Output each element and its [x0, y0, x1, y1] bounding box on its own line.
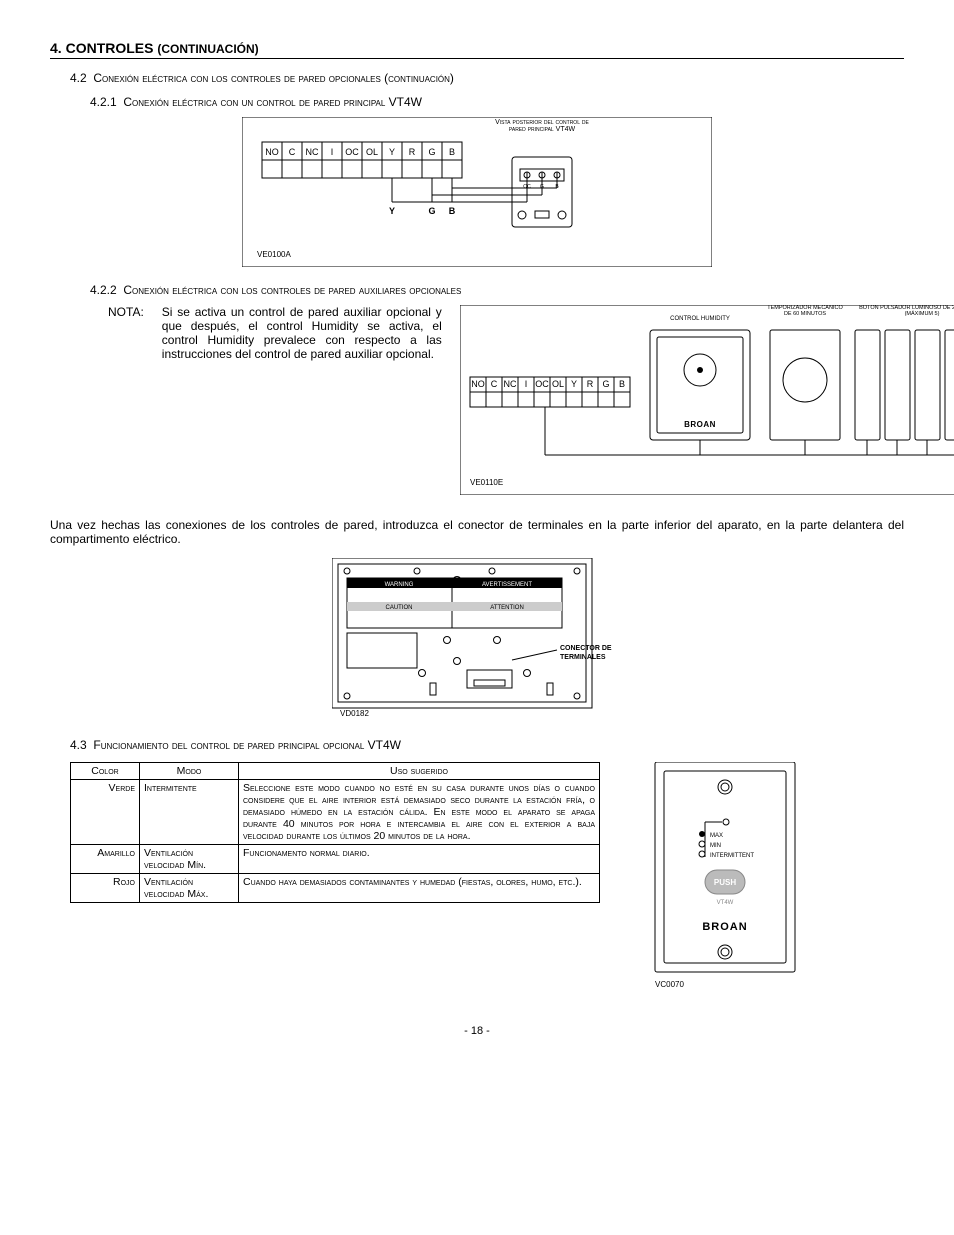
cell-color: Amarillo: [71, 845, 140, 874]
sub-number: 4.2.1: [90, 95, 117, 109]
svg-text:AVERTISSEMENT: AVERTISSEMENT: [482, 582, 532, 588]
table-header: Color: [71, 763, 140, 780]
svg-text:PUSH: PUSH: [714, 878, 736, 887]
svg-text:B: B: [619, 379, 625, 389]
vt4w-control-illustration: MAX MIN INTERMITTENT PUSH VT4W BROAN VC0…: [650, 762, 800, 995]
cell-mode: Intermitente: [140, 780, 239, 845]
sub-title: Funcionamiento del control de pared prin…: [93, 738, 401, 752]
subsection-4-2-1: 4.2.1 Conexión eléctrica con un control …: [90, 95, 904, 109]
svg-text:MAX: MAX: [710, 833, 723, 839]
diagram-code: VD0182: [340, 709, 369, 718]
svg-text:BROAN: BROAN: [702, 921, 747, 933]
svg-text:R: R: [409, 147, 416, 157]
cell-color: Verde: [71, 780, 140, 845]
cell-use: Seleccione este modo cuando no esté en s…: [239, 780, 600, 845]
svg-text:INTERMITTENT: INTERMITTENT: [710, 853, 754, 859]
cell-use: Cuando haya demasiados contaminantes y h…: [239, 874, 600, 903]
svg-text:Y: Y: [389, 206, 395, 216]
svg-text:NC: NC: [306, 147, 319, 157]
diagram-4-2-1: Y G B OC G B Vista posterior del control…: [50, 117, 904, 267]
bridge-paragraph: Una vez hechas las conexiones de los con…: [50, 518, 904, 546]
svg-text:Y: Y: [389, 147, 395, 157]
svg-text:B: B: [449, 206, 456, 216]
back-view-label: Vista posterior del control de pared pri…: [492, 119, 592, 133]
svg-text:TERMINALES: TERMINALES: [560, 654, 606, 661]
section-heading: 4. Controles (continuación): [50, 40, 904, 59]
svg-text:NO: NO: [471, 379, 485, 389]
sub-number: 4.3: [70, 738, 87, 752]
svg-text:G: G: [428, 147, 435, 157]
svg-text:WARNING: WARNING: [385, 582, 414, 588]
sub-title: Conexión eléctrica con los controles de …: [93, 71, 454, 85]
svg-text:OL: OL: [366, 147, 378, 157]
svg-text:Y: Y: [571, 379, 577, 389]
section-title-text: Controles: [66, 40, 154, 56]
svg-text:VT4W: VT4W: [717, 900, 734, 906]
svg-text:CAUTION: CAUTION: [386, 605, 413, 611]
table-row: Verde Intermitente Seleccione este modo …: [71, 780, 600, 845]
page-number: - 18 -: [50, 1025, 904, 1037]
note-label: NOTA:: [108, 305, 144, 498]
svg-text:CONECTOR DE: CONECTOR DE: [560, 645, 612, 652]
svg-text:BROAN: BROAN: [684, 420, 716, 429]
diagram-connector: WARNING AVERTISSEMENT CAUTION ATTENTION …: [50, 558, 904, 718]
svg-text:ATTENTION: ATTENTION: [490, 605, 524, 611]
svg-text:G: G: [540, 184, 544, 190]
svg-text:C: C: [491, 379, 498, 389]
subsection-4-2-2: 4.2.2 Conexión eléctrica con los control…: [90, 283, 904, 297]
modes-table: Color Modo Uso sugerido Verde Intermiten…: [70, 762, 600, 903]
subsection-4-2: 4.2 Conexión eléctrica con los controles…: [70, 71, 904, 85]
sub-number: 4.2: [70, 71, 87, 85]
cell-mode: Ventilación velocidad Máx.: [140, 874, 239, 903]
svg-text:C: C: [289, 147, 296, 157]
cell-mode: Ventilación velocidad Mín.: [140, 845, 239, 874]
svg-text:OL: OL: [552, 379, 564, 389]
sub-title: Conexión eléctrica con los controles de …: [123, 283, 461, 297]
svg-text:I: I: [525, 379, 528, 389]
sub-title: Conexión eléctrica con un control de par…: [123, 95, 422, 109]
svg-text:B: B: [449, 147, 455, 157]
table-header: Uso sugerido: [239, 763, 600, 780]
svg-text:NO: NO: [265, 147, 279, 157]
subsection-4-3: 4.3 Funcionamiento del control de pared …: [70, 738, 904, 752]
diagram-code: VE0110E: [470, 478, 503, 487]
svg-text:CONTROL HUMIDITY: CONTROL HUMIDITY: [670, 316, 730, 322]
svg-text:R: R: [587, 379, 594, 389]
svg-text:G: G: [602, 379, 609, 389]
cell-use: Funcionamento normal diario.: [239, 845, 600, 874]
section-continuation: (continuación): [157, 42, 258, 56]
diagram-4-2-2: BROAN CONTROL HUMIDITY TEMPORIZADOR MECÁ…: [460, 305, 954, 498]
svg-text:OC: OC: [345, 147, 359, 157]
svg-text:I: I: [331, 147, 334, 157]
svg-text:G: G: [428, 206, 435, 216]
svg-text:NC: NC: [503, 379, 516, 389]
svg-text:OC: OC: [535, 379, 549, 389]
cell-color: Rojo: [71, 874, 140, 903]
svg-text:B: B: [555, 184, 559, 190]
table-row: Amarillo Ventilación velocidad Mín. Func…: [71, 845, 600, 874]
section-number: 4.: [50, 40, 62, 56]
note-text: Si se activa un control de pared auxilia…: [162, 305, 442, 498]
table-row: Rojo Ventilación velocidad Máx. Cuando h…: [71, 874, 600, 903]
table-header: Modo: [140, 763, 239, 780]
diagram-code: VC0070: [655, 980, 684, 989]
svg-text:MIN: MIN: [710, 843, 721, 849]
svg-text:OC: OC: [523, 184, 531, 190]
diagram-code: VE0100A: [257, 250, 291, 259]
sub-number: 4.2.2: [90, 283, 117, 297]
